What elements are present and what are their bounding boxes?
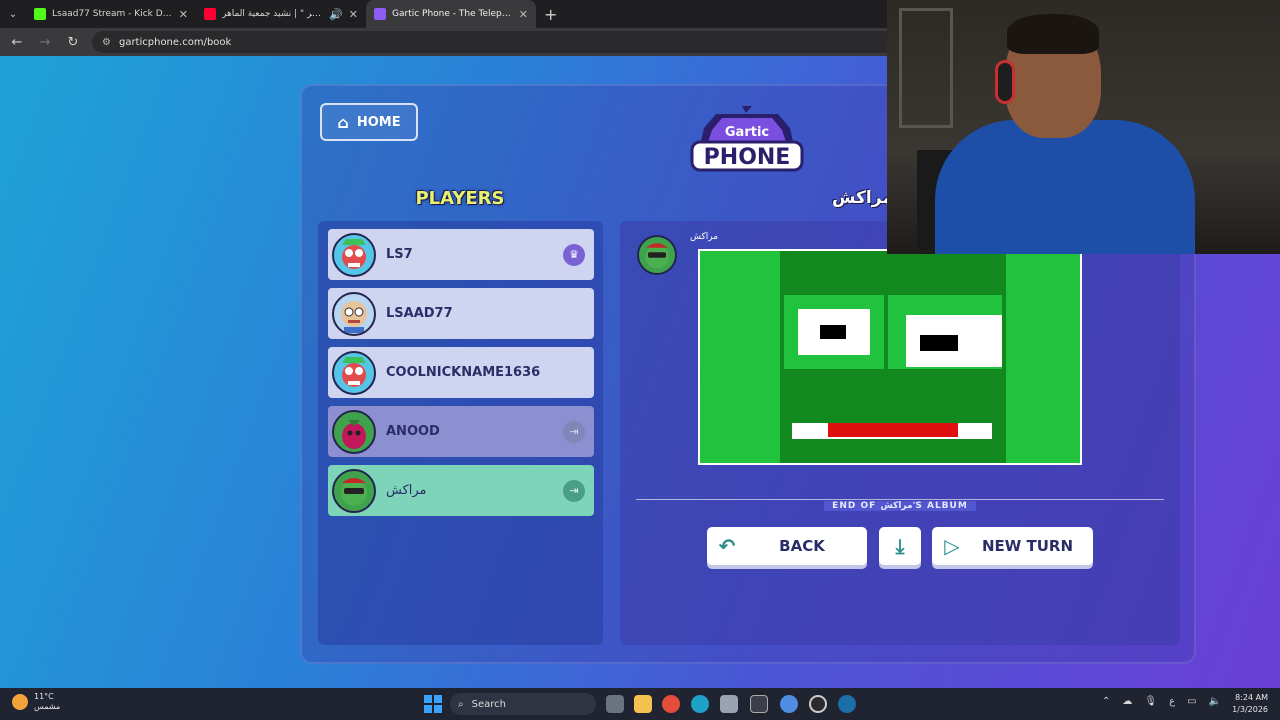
cloud-icon[interactable]: ☁ [1122, 696, 1132, 707]
tab-kick-dashboard[interactable]: Lsaad77 Stream - Kick Dashboard ✕ [26, 0, 196, 28]
speaker-icon[interactable]: 🔊 [329, 8, 343, 21]
undo-arrow-icon: ↶ [718, 534, 736, 558]
weather-text: مشمس [34, 702, 61, 711]
date: 1/3/2026 [1232, 705, 1268, 714]
author-avatar [637, 235, 677, 275]
player-name: LS7 [386, 247, 413, 262]
taskbar: 11°C مشمس ⌕ Search ⌃ ☁ 🎙 ع ▭ 🔈 8:24 AM 1… [0, 688, 1280, 720]
site-info-icon[interactable]: ⚙ [102, 37, 111, 48]
task-view-icon[interactable] [606, 695, 624, 713]
youtube-favicon-icon [204, 8, 216, 20]
chrome-icon[interactable] [662, 695, 680, 713]
player-name: COOLNICKNAME1636 [386, 365, 541, 380]
system-tray: ⌃ ☁ 🎙 ع ▭ 🔈 [1102, 696, 1221, 707]
search-icon: ⌕ [458, 698, 464, 710]
language-indicator[interactable]: ع [1169, 696, 1175, 707]
players-title: PLAYERS [415, 188, 505, 209]
taskbar-search[interactable]: ⌕ Search [450, 693, 596, 715]
back-arrow-icon[interactable]: ← [8, 35, 26, 50]
tab-title: Gartic Phone - The Telephone Game [392, 9, 513, 19]
avatar [332, 291, 376, 336]
tab-youtube[interactable]: الماهر " | نشيد جمعية الماهر 🔊 ✕ [196, 0, 366, 28]
weather-widget[interactable]: 11°C مشمس [12, 692, 60, 712]
exit-icon: ⇥ [563, 420, 585, 443]
download-button[interactable]: ⤓ [879, 527, 921, 565]
tab-gartic-phone[interactable]: Gartic Phone - The Telephone Game ✕ [366, 0, 536, 28]
gartic-favicon-icon [374, 8, 386, 20]
volume-icon[interactable]: 🔈 [1209, 696, 1221, 707]
clock[interactable]: 8:24 AM 1/3/2026 [1226, 692, 1268, 716]
player-name: LSAAD77 [386, 306, 453, 321]
album-end-label: END OF مراكش'S ALBUM [824, 501, 976, 511]
edge-icon[interactable] [691, 695, 709, 713]
play-icon: ▷ [944, 534, 960, 558]
home-button[interactable]: ⌂ HOME [320, 103, 418, 141]
drawing-canvas [698, 249, 1082, 465]
new-turn-label: NEW TURN [981, 537, 1074, 555]
chrome-profile-icon[interactable] [780, 695, 798, 713]
url-text: garticphone.com/book [118, 36, 232, 48]
player-row-anood: ANOOD ⇥ [328, 406, 594, 457]
player-row-coolnickname1636: COOLNICKNAME1636 [328, 347, 594, 398]
time: 8:24 AM [1235, 693, 1268, 702]
close-tab-icon[interactable]: ✕ [349, 8, 358, 21]
author-name: مراكش [690, 232, 719, 242]
close-tab-icon[interactable]: ✕ [179, 8, 188, 21]
file-explorer-icon[interactable] [634, 695, 652, 713]
store-icon[interactable] [720, 695, 738, 713]
streamer-hair [1007, 14, 1099, 54]
forward-arrow-icon[interactable]: → [36, 35, 54, 50]
player-row-lsaad77: LSAAD77 [328, 288, 594, 339]
tab-title: Lsaad77 Stream - Kick Dashboard [52, 9, 173, 19]
new-tab-button[interactable]: + [536, 5, 565, 24]
app-icon[interactable] [750, 695, 768, 713]
temperature: 11°C [34, 692, 54, 701]
players-list: LS7 ♛ LSAAD77 COOLNICKNAME1636 ANOOD ⇥ م… [318, 221, 603, 645]
gartic-phone-logo: Gartic PHONE [690, 106, 804, 172]
new-turn-button[interactable]: ▷ NEW TURN [932, 527, 1093, 565]
back-label: BACK [779, 537, 825, 555]
tab-search-chevron-icon[interactable]: ⌄ [0, 0, 26, 28]
chevron-up-icon[interactable]: ⌃ [1102, 696, 1110, 707]
home-label: HOME [356, 114, 401, 130]
album-end-label-wrap: END OF مراكش'S ALBUM [0, 493, 1280, 512]
download-icon: ⤓ [895, 534, 905, 558]
search-label: Search [471, 698, 506, 710]
crown-icon: ♛ [563, 243, 585, 266]
tab-title: الماهر " | نشيد جمعية الماهر [222, 9, 324, 19]
player-row-ls7: LS7 ♛ [328, 229, 594, 280]
microphone-icon[interactable]: 🎙 [1144, 696, 1157, 707]
reload-icon[interactable]: ↻ [64, 35, 82, 50]
steam-icon[interactable] [838, 695, 856, 713]
kick-favicon-icon [34, 8, 46, 20]
avatar [332, 350, 376, 395]
url-field[interactable]: ⚙ garticphone.com/book [92, 31, 932, 53]
home-icon: ⌂ [337, 112, 349, 132]
back-button[interactable]: ↶ BACK [707, 527, 867, 565]
display-icon[interactable]: ▭ [1187, 696, 1196, 707]
close-tab-icon[interactable]: ✕ [519, 8, 528, 21]
player-name: ANOOD [386, 424, 440, 439]
sun-icon [12, 694, 28, 710]
webcam-overlay [887, 0, 1280, 254]
avatar [332, 409, 376, 454]
avatar [332, 232, 376, 277]
streamer-hoodie [935, 120, 1195, 254]
windows-start-icon[interactable] [424, 695, 442, 713]
logo-top-text: Gartic [725, 125, 769, 140]
shelf [899, 8, 953, 128]
logo-bottom-text: PHONE [704, 145, 791, 170]
headset [995, 60, 1015, 104]
obs-icon[interactable] [809, 695, 827, 713]
